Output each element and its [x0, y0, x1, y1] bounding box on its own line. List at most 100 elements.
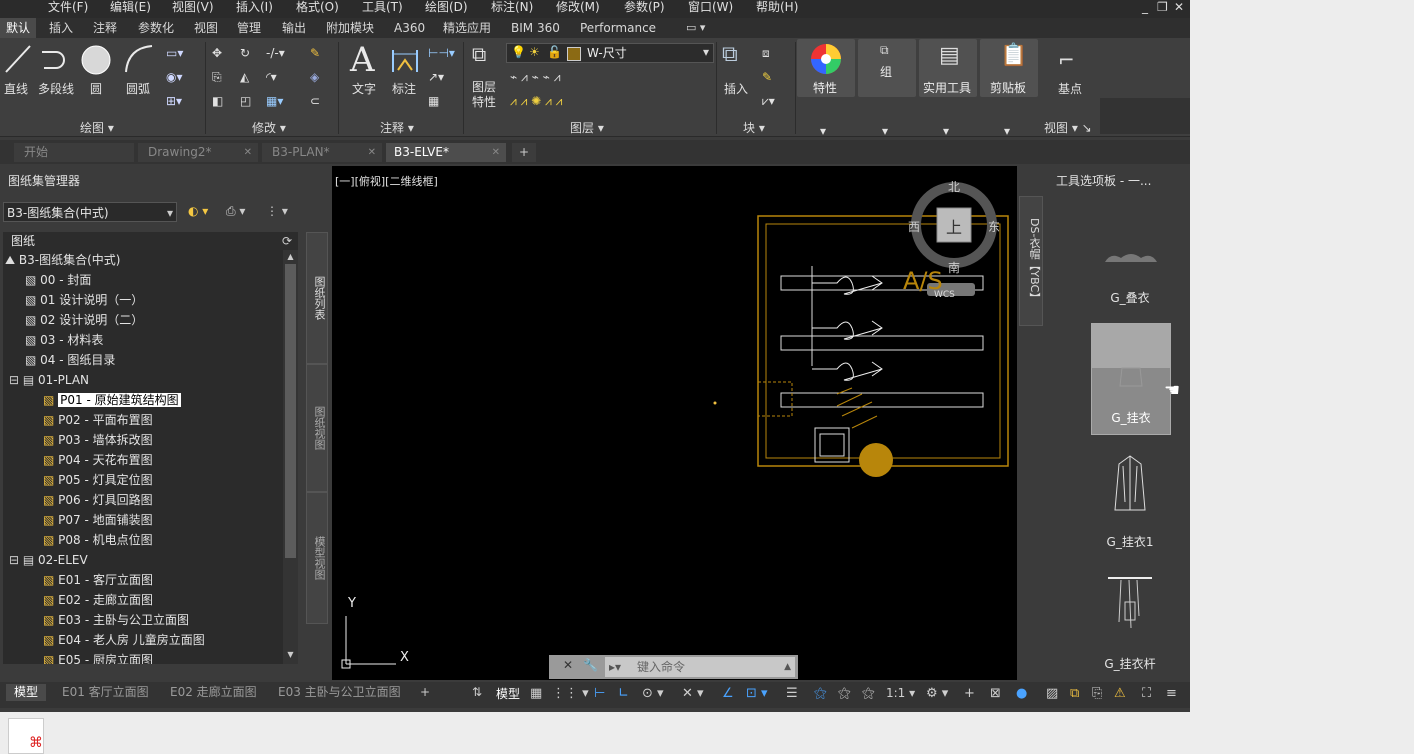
circle-button[interactable]: 圆 [90, 80, 102, 97]
arc-button[interactable]: 圆弧 [126, 80, 150, 97]
tree-sheet-item[interactable]: ▧ E01 - 客厅立面图 [43, 570, 153, 590]
collapse-icon[interactable]: ⊟ [9, 373, 23, 387]
compass-east[interactable]: 东 [988, 218, 1000, 235]
tree-sheet-item[interactable]: ▧ 00 - 封面 [25, 270, 91, 290]
tree-sheet-item[interactable]: ▧ 01 设计说明（一） [25, 290, 143, 310]
base-button[interactable]: 基点 [1058, 80, 1082, 97]
mirror-icon[interactable]: ◭ [240, 70, 249, 84]
ribbon-tab-parametric[interactable]: 参数化 [138, 18, 174, 38]
stretch-icon[interactable]: ◧ [212, 94, 223, 108]
lineweight-icon[interactable]: ☰ [786, 686, 798, 701]
ribbon-tab-annotate[interactable]: 注释 [93, 18, 117, 38]
tree-sheet-item[interactable]: ▧ 02 设计说明（二） [25, 310, 143, 330]
dynamic-ucs-icon[interactable]: ⊡ ▾ [746, 686, 768, 701]
polyline-button[interactable]: 多段线 [38, 80, 74, 97]
menu-help[interactable]: 帮助(H) [756, 0, 798, 14]
move-icon[interactable]: ✥ [212, 46, 222, 60]
layer-properties-button[interactable]: 图层 特性 [472, 80, 496, 110]
layout-tab-e03[interactable]: E03 主卧与公卫立面图 [278, 684, 401, 701]
layout-tab-e01[interactable]: E01 客厅立面图 [62, 684, 149, 701]
leader-icon[interactable]: ↗▾ [428, 70, 444, 84]
create-block-icon[interactable]: ⧈ [762, 46, 770, 61]
compass-north[interactable]: 北 [948, 178, 960, 195]
graphics-icon[interactable]: ▨ [1046, 686, 1058, 701]
ribbon-tab-default[interactable]: 默认 [0, 18, 36, 38]
tree-sheet-item[interactable]: ▧ P03 - 墙体拆改图 [43, 430, 153, 450]
ribbon-tab-a360[interactable]: A360 [394, 18, 425, 38]
tab-sheet-views[interactable]: 图纸视图 [306, 364, 328, 492]
tab-ds-wardrobe[interactable]: DS-衣帽【YBC】 [1019, 196, 1043, 326]
ribbon-tab-addins[interactable]: 附加模块 [326, 18, 374, 38]
tab-sheet-list[interactable]: 图纸列表 [306, 232, 328, 364]
layer-icon[interactable]: ⧉ [1070, 686, 1079, 701]
tree-sheet-item[interactable]: ▧ P05 - 灯具定位图 [43, 470, 153, 490]
tree-sheet-item[interactable]: ▧ E03 - 主卧与公卫立面图 [43, 610, 189, 630]
compass-south[interactable]: 南 [948, 259, 960, 276]
scroll-thumb[interactable] [285, 264, 296, 558]
ortho-icon[interactable]: ⊢ [594, 686, 605, 701]
model-space-button[interactable]: 模型 [496, 685, 520, 702]
isolate-icon[interactable]: ● [1016, 686, 1027, 701]
tree-sheet-item[interactable]: ▧ P06 - 灯具回路图 [43, 490, 153, 510]
layer-tools-row2[interactable]: ⩘ ⩘ ✺ ⩘ ⩘ [510, 94, 562, 109]
warning-icon[interactable]: ⚠ [1114, 686, 1126, 701]
linear-dim-icon[interactable]: ⊢⊣▾ [428, 46, 455, 60]
panel-draw-label[interactable]: 绘图 ▾ [80, 119, 114, 136]
doc-tab-drawing2[interactable]: Drawing2* ✕ [138, 143, 258, 162]
tree-sheet-item[interactable]: ▧ E04 - 老人房 儿童房立面图 [43, 630, 205, 650]
minimize-button[interactable]: _ [1142, 0, 1148, 14]
edit-block-icon[interactable]: ✎ [762, 70, 772, 84]
group-button[interactable]: 组 [880, 63, 892, 80]
fillet-icon[interactable]: ◜▾ [266, 70, 277, 84]
viewcube-top[interactable]: 上 [946, 214, 962, 238]
polar-icon[interactable]: ∟ [618, 686, 629, 701]
doc-tab-start[interactable]: 开始 [14, 143, 134, 162]
ribbon-tab-manage[interactable]: 管理 [237, 18, 261, 38]
properties-button[interactable]: 特性 [813, 79, 837, 96]
customize-menu-icon[interactable]: ≡ [1166, 686, 1177, 701]
close-button[interactable]: ✕ [1174, 0, 1184, 14]
layer-tools-row1[interactable]: ⌁ ⩘ ⌁ ⌁ ⩘ [510, 70, 560, 85]
layout-menu-icon[interactable]: ⇅ [472, 684, 482, 701]
isodraft-icon[interactable]: ⊙ ▾ [642, 686, 664, 701]
palette-item-hanging-clothes[interactable]: G_挂衣 [1091, 323, 1171, 435]
plot-icon[interactable]: ⎙ ▾ [226, 204, 245, 219]
trim-icon[interactable]: -/-▾ [266, 46, 285, 60]
boundary-icon[interactable]: ⊞▾ [166, 94, 182, 108]
close-icon[interactable]: ✕ [563, 658, 573, 672]
clipboard-expand-icon[interactable]: ▾ [1004, 124, 1010, 138]
line-button[interactable]: 直线 [4, 80, 28, 97]
add-layout-button[interactable]: + [420, 684, 430, 701]
sheet-options-icon[interactable]: ⋮ ▾ [266, 204, 288, 218]
osnap-icon[interactable]: ✕ ▾ [682, 686, 704, 701]
ribbon-tab-insert[interactable]: 插入 [49, 18, 73, 38]
group-panel[interactable]: ⧉ 组 [858, 39, 916, 97]
group-expand-icon[interactable]: ▾ [882, 124, 888, 138]
layout-tab-model[interactable]: 模型 [6, 684, 47, 701]
erase-icon[interactable]: ✎ [310, 46, 320, 60]
dimension-button[interactable]: 标注 [392, 80, 416, 97]
menu-dimension[interactable]: 标注(N) [491, 0, 533, 14]
ribbon-tab-output[interactable]: 输出 [282, 18, 306, 38]
menu-file[interactable]: 文件(F) [48, 0, 88, 14]
workspace-gear-icon[interactable]: ⚙ ▾ [926, 686, 948, 701]
menu-parameter[interactable]: 参数(P) [624, 0, 665, 14]
tree-sheet-item[interactable]: ▧ P02 - 平面布置图 [43, 410, 153, 430]
table-icon[interactable]: ▦ [428, 94, 439, 108]
menu-modify[interactable]: 修改(M) [556, 0, 600, 14]
panel-modify-label[interactable]: 修改 ▾ [252, 119, 286, 136]
tree-sheet-item[interactable]: ▧ P01 - 原始建筑结构图 [43, 390, 181, 410]
tree-group-item[interactable]: ⊟ ▤ 02-ELEV [9, 550, 88, 570]
panel-view-label[interactable]: 视图 ▾ ↘ [1044, 119, 1092, 136]
clipboard-panel[interactable]: 📋 剪贴板 [980, 39, 1038, 97]
ribbon-tab-bim360[interactable]: BIM 360 [511, 18, 560, 38]
compass-west[interactable]: 西 [908, 218, 920, 235]
properties-expand-icon[interactable]: ▾ [820, 124, 826, 138]
grid-icon[interactable]: ▦ [530, 686, 542, 701]
panel-annotate-label[interactable]: 注释 ▾ [380, 119, 414, 136]
explode-icon[interactable]: ◈ [310, 70, 319, 84]
close-icon[interactable]: ✕ [368, 143, 376, 162]
properties-panel[interactable]: 特性 [797, 39, 855, 97]
scroll-down-icon[interactable]: ▼ [284, 650, 297, 660]
menu-edit[interactable]: 编辑(E) [110, 0, 151, 14]
